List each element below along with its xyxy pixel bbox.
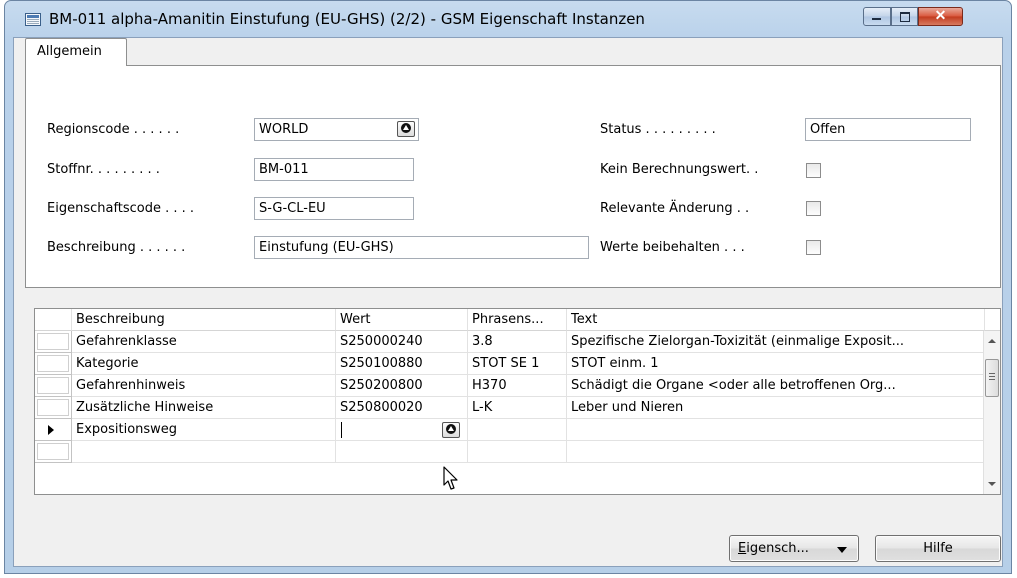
window-title: BM-011 alpha-Amanitin Einstufung (EU-GHS… <box>49 10 645 28</box>
cell-wert[interactable]: S250800020 <box>336 397 468 419</box>
column-header-wert[interactable]: Wert <box>336 309 468 331</box>
cell-beschreibung[interactable]: Gefahrenklasse <box>72 331 336 353</box>
current-row-marker-icon <box>48 425 54 435</box>
dropdown-arrow-icon <box>837 547 847 553</box>
form-icon[interactable] <box>25 13 41 26</box>
regionscode-field[interactable]: WORLD <box>254 118 419 141</box>
regionscode-label: Regionscode . . . . . . <box>47 122 180 137</box>
row-selector[interactable] <box>35 353 72 375</box>
relevante-aenderung-label: Relevante Änderung . . <box>600 201 750 216</box>
hilfe-button[interactable]: Hilfe <box>875 535 1001 562</box>
regionscode-value: WORLD <box>259 122 309 137</box>
scroll-header-corner <box>985 309 1000 331</box>
wert-lookup-button[interactable] <box>442 422 460 438</box>
cell-beschreibung[interactable]: Expositionsweg <box>72 419 336 441</box>
column-header-phrasenschluessel[interactable]: Phrasens... <box>468 309 567 331</box>
cell-phrase[interactable] <box>468 419 567 441</box>
maximize-button[interactable] <box>891 7 918 26</box>
cell-wert[interactable] <box>336 441 468 463</box>
werte-beibehalten-checkbox[interactable] <box>806 240 821 255</box>
eigenschaftscode-label: Eigenschaftscode . . . . <box>47 201 195 216</box>
close-button[interactable]: ✕ <box>918 7 963 26</box>
cell-beschreibung[interactable] <box>72 441 336 463</box>
cell-text[interactable]: Schädigt die Organe <oder alle betroffen… <box>567 375 985 397</box>
mouse-pointer-icon <box>443 466 458 490</box>
cell-text[interactable]: Leber und Nieren <box>567 397 985 419</box>
regionscode-lookup-button[interactable] <box>397 121 415 137</box>
stoffnr-label: Stoffnr. . . . . . . . . <box>47 162 160 177</box>
cell-beschreibung[interactable]: Kategorie <box>72 353 336 375</box>
lookup-arrow-icon <box>401 123 411 133</box>
eigenschaftscode-value: S-G-CL-EU <box>259 201 326 216</box>
scroll-up-icon[interactable] <box>988 339 996 343</box>
cell-text[interactable] <box>567 441 985 463</box>
status-label: Status . . . . . . . . . <box>600 122 716 137</box>
row-selector-current[interactable] <box>35 419 72 441</box>
scroll-thumb[interactable] <box>985 359 999 397</box>
column-header-beschreibung[interactable]: Beschreibung <box>72 309 336 331</box>
property-lines-table: Beschreibung Wert Phrasens... Text Gefah… <box>34 308 1001 495</box>
cell-beschreibung[interactable]: Zusätzliche Hinweise <box>72 397 336 419</box>
cell-wert[interactable]: S250000240 <box>336 331 468 353</box>
close-icon: ✕ <box>934 7 947 23</box>
beschreibung-value: Einstufung (EU-GHS) <box>259 240 394 255</box>
minimize-icon <box>872 18 881 20</box>
cell-wert[interactable]: S250100880 <box>336 353 468 375</box>
stoffnr-value: BM-011 <box>259 162 309 177</box>
row-selector[interactable] <box>35 331 72 353</box>
cell-phrase[interactable]: STOT SE 1 <box>468 353 567 375</box>
cell-beschreibung[interactable]: Gefahrenhinweis <box>72 375 336 397</box>
scroll-down-icon[interactable] <box>988 482 996 486</box>
text-caret <box>341 422 342 438</box>
kein-berechnungswert-label: Kein Berechnungswert. . <box>600 162 759 177</box>
tab-label: Allgemein <box>37 44 102 59</box>
grip-icon <box>989 373 995 381</box>
kein-berechnungswert-checkbox[interactable] <box>806 163 821 178</box>
hilfe-label: Hilfe <box>923 541 953 556</box>
row-selector[interactable] <box>35 375 72 397</box>
title-bar[interactable]: BM-011 alpha-Amanitin Einstufung (EU-GHS… <box>5 1 1011 37</box>
cell-text[interactable]: Spezifische Zielorgan-Toxizität (einmali… <box>567 331 985 353</box>
eigenschaften-label: Eigensch... <box>738 541 809 556</box>
eigenschaften-menu-button[interactable]: Eigensch... <box>729 535 859 562</box>
cell-phrase[interactable]: L-K <box>468 397 567 419</box>
lookup-arrow-icon <box>446 424 456 434</box>
table-vertical-scrollbar[interactable] <box>983 331 1000 494</box>
cell-phrase[interactable]: H370 <box>468 375 567 397</box>
column-header-text[interactable]: Text <box>567 309 985 331</box>
cell-text[interactable]: STOT einm. 1 <box>567 353 985 375</box>
stoffnr-field[interactable]: BM-011 <box>254 158 414 181</box>
tab-allgemein[interactable]: Allgemein <box>25 38 127 66</box>
minimize-button[interactable] <box>863 7 891 26</box>
cell-text[interactable] <box>567 419 985 441</box>
beschreibung-field[interactable]: Einstufung (EU-GHS) <box>254 236 589 259</box>
eigenschaftscode-field[interactable]: S-G-CL-EU <box>254 197 414 220</box>
werte-beibehalten-label: Werte beibehalten . . . <box>600 240 745 255</box>
maximize-icon <box>900 12 910 22</box>
status-value: Offen <box>810 122 846 137</box>
selector-column-header <box>35 309 72 331</box>
row-selector[interactable] <box>35 397 72 419</box>
relevante-aenderung-checkbox[interactable] <box>806 201 821 216</box>
cell-phrase[interactable]: 3.8 <box>468 331 567 353</box>
status-field[interactable]: Offen <box>805 118 971 141</box>
row-selector[interactable] <box>35 441 72 463</box>
beschreibung-label: Beschreibung . . . . . . <box>47 240 186 255</box>
cell-phrase[interactable] <box>468 441 567 463</box>
cell-wert[interactable]: S250200800 <box>336 375 468 397</box>
